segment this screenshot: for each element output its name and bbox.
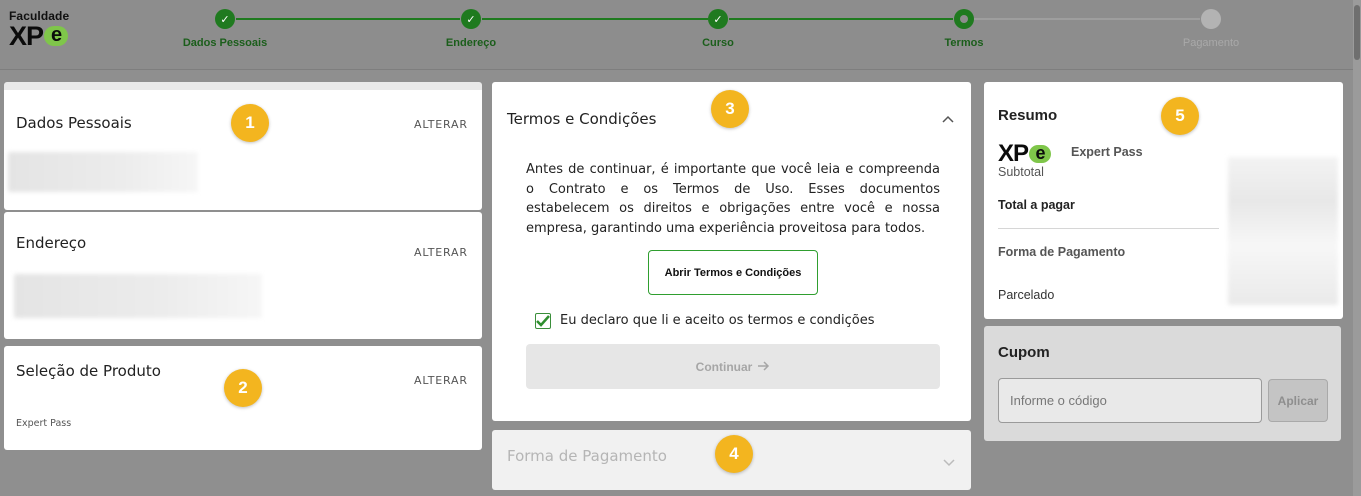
step-connector xyxy=(974,18,1200,20)
address-alterar-link[interactable]: ALTERAR xyxy=(414,246,468,259)
personal-data-redacted xyxy=(8,152,198,192)
checkmark-icon xyxy=(536,315,550,327)
arrow-right-icon xyxy=(758,360,770,374)
summary-values-redacted xyxy=(1228,157,1338,305)
summary-logo-e: e xyxy=(1029,144,1052,163)
address-card: Endereço ALTERAR xyxy=(4,212,482,339)
step-badge-3: 3 xyxy=(711,90,749,128)
continue-button[interactable]: Continuar xyxy=(526,344,940,389)
step-label-dados-pessoais: Dados Pessoais xyxy=(182,37,268,49)
top-header: Faculdade XP e ✓ ✓ ✓ Dados Pessoais Ender… xyxy=(0,0,1361,70)
summary-subtotal-label: Subtotal xyxy=(998,165,1044,179)
apply-coupon-button[interactable]: Aplicar xyxy=(1268,379,1328,422)
summary-total-label: Total a pagar xyxy=(998,198,1075,212)
product-selection-title: Seleção de Produto xyxy=(16,362,161,380)
step-label-endereco: Endereço xyxy=(445,37,497,49)
address-redacted xyxy=(14,274,262,318)
coupon-title: Cupom xyxy=(998,344,1050,361)
step-connector xyxy=(482,18,708,20)
summary-installments-label: Parcelado xyxy=(998,288,1055,302)
terms-description: Antes de continuar, é importante que voc… xyxy=(526,162,940,236)
summary-title: Resumo xyxy=(998,107,1058,124)
step-badge-1: 1 xyxy=(231,104,269,142)
step-label-pagamento: Pagamento xyxy=(1182,37,1240,49)
step-curso-check-icon: ✓ xyxy=(708,9,728,29)
summary-product-name: Expert Pass xyxy=(1071,145,1143,159)
step-dados-pessoais-check-icon: ✓ xyxy=(215,9,235,29)
selected-product-name: Expert Pass xyxy=(16,418,72,429)
product-selection-alterar-link[interactable]: ALTERAR xyxy=(414,374,468,387)
continue-button-label: Continuar xyxy=(695,359,753,374)
step-termos-current-icon xyxy=(954,9,974,29)
step-badge-5: 5 xyxy=(1161,97,1199,135)
step-label-termos: Termos xyxy=(944,37,984,49)
accept-terms-label[interactable]: Eu declaro que li e aceito os termos e c… xyxy=(560,313,875,328)
summary-product-logo: XP e xyxy=(998,140,1052,168)
summary-divider xyxy=(998,228,1219,229)
payment-method-title: Forma de Pagamento xyxy=(507,447,667,465)
chevron-down-icon[interactable] xyxy=(943,452,955,471)
personal-data-title: Dados Pessoais xyxy=(16,114,132,132)
summary-logo-xp: XP xyxy=(998,140,1029,167)
step-pagamento-pending-icon xyxy=(1201,9,1221,29)
checkout-stepper: ✓ ✓ ✓ Dados Pessoais Endereço Curso Term… xyxy=(0,0,1361,70)
coupon-input[interactable]: Informe o código xyxy=(998,378,1262,423)
open-terms-button[interactable]: Abrir Termos e Condições xyxy=(648,250,818,295)
step-connector xyxy=(236,18,460,20)
page-scrollbar-thumb[interactable] xyxy=(1354,5,1360,60)
step-connector xyxy=(729,18,953,20)
chevron-up-icon[interactable] xyxy=(942,110,954,129)
step-badge-4: 4 xyxy=(715,435,753,473)
step-endereco-check-icon: ✓ xyxy=(461,9,481,29)
step-badge-2: 2 xyxy=(224,369,262,407)
terms-title: Termos e Condições xyxy=(507,110,657,128)
page-scrollbar-track[interactable] xyxy=(1353,0,1361,496)
personal-data-card: Dados Pessoais ALTERAR xyxy=(4,82,482,210)
address-title: Endereço xyxy=(16,234,87,252)
personal-data-alterar-link[interactable]: ALTERAR xyxy=(414,118,468,131)
summary-payment-label: Forma de Pagamento xyxy=(998,245,1126,259)
accept-terms-checkbox[interactable] xyxy=(535,313,551,329)
step-label-curso: Curso xyxy=(702,37,734,49)
